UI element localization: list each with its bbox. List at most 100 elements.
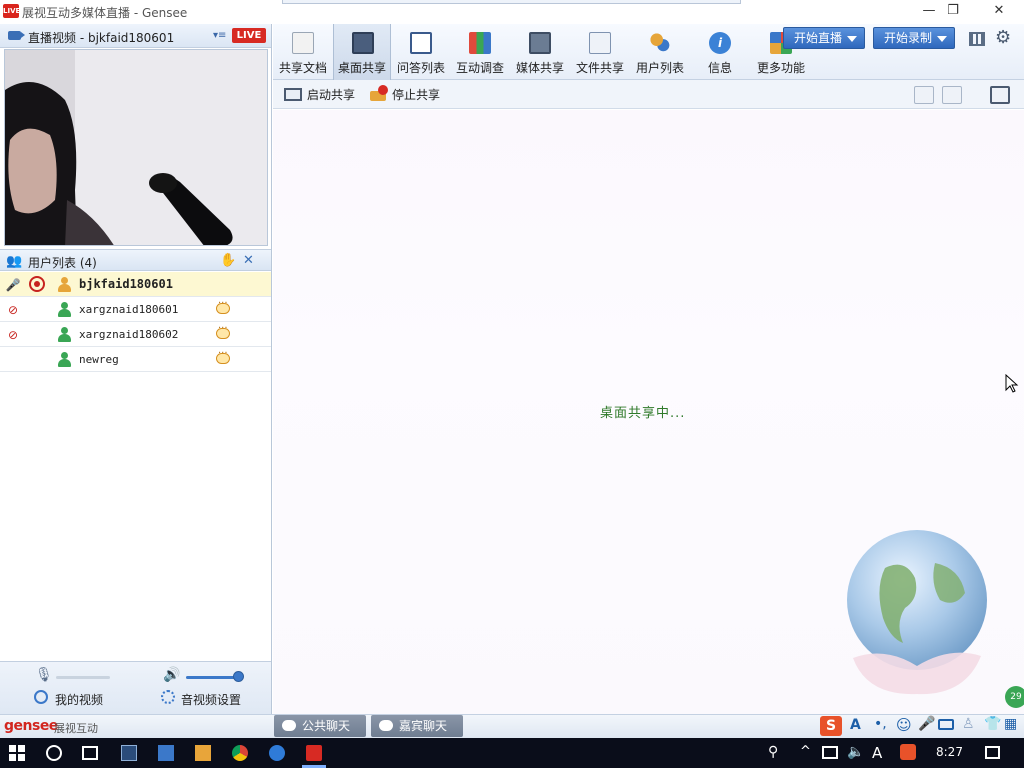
clock[interactable]: 8:27 [936,745,963,759]
host-user-icon [57,277,73,293]
chat-icon [379,720,393,731]
network-icon[interactable] [822,746,838,759]
app-taskbar-icon[interactable] [158,745,174,761]
survey-button[interactable]: 互动调查 [451,24,509,80]
raise-hand-icon[interactable]: ✋ [220,253,236,268]
speaker-volume-slider[interactable] [186,676,240,679]
file-share-icon [589,32,611,54]
video-menu-icon[interactable]: ▾≡ [213,30,226,41]
desktop-share-view[interactable]: 桌面共享中... 29 [273,110,1024,714]
microphone-icon[interactable]: 🎤 [5,277,21,293]
window-title: 展视互动多媒体直播 - Gensee [22,6,188,20]
chevron-down-icon [847,36,857,42]
sublime-icon[interactable] [195,745,211,761]
start-share-button[interactable]: 启动共享 [283,85,355,105]
guest-chat-tab[interactable]: 嘉宾聊天 [371,715,463,737]
keyboard-icon[interactable] [938,719,954,730]
qa-list-button[interactable]: 问答列表 [392,24,450,80]
show-hidden-icons[interactable]: ^ [800,744,811,759]
skin-icon[interactable]: 👕 [984,716,1001,732]
guest-chat-label: 嘉宾聊天 [399,719,448,733]
video-frame [5,50,267,245]
layout-grid-icon[interactable] [969,32,985,46]
chat-bubble-icon[interactable] [216,298,230,314]
desktop-share-button[interactable]: 桌面共享 [333,24,391,80]
stop-share-button[interactable]: 停止共享 [368,85,440,105]
file-share-button[interactable]: 文件共享 [571,24,629,80]
camera-on-icon[interactable] [29,276,45,292]
user-name: xargznaid180601 [79,303,179,316]
shared-docs-button[interactable]: 共享文档 [274,24,332,80]
search-icon[interactable] [46,745,62,761]
chat-bubble-icon[interactable] [216,323,230,339]
live-badge: LIVE [232,28,266,43]
task-view-icon[interactable] [82,746,98,760]
chrome-icon[interactable] [232,745,248,761]
top-input-strip[interactable] [282,0,741,4]
people-icon[interactable]: ⚲ [768,744,778,760]
punctuation-icon[interactable]: •, [874,716,887,732]
speaker-icon: 🔊 [163,667,181,683]
user-list-header: 👥 用户列表 (4) ✋ ✕ [0,249,271,271]
microphone-disabled-icon[interactable]: ⊘ [5,327,21,343]
user-row[interactable]: ⊘ xargznaid180602 [0,322,271,347]
toolbar-label: 问答列表 [396,61,445,75]
fullscreen-icon[interactable] [914,86,934,104]
maximize-view-icon[interactable] [990,86,1010,104]
share-subtoolbar: 启动共享 停止共享 [273,80,1024,109]
main-toolbar: 共享文档 桌面共享 问答列表 互动调查 媒体共享 文件共享 用户列表 i 信息 [273,24,1024,80]
public-chat-tab[interactable]: 公共聊天 [274,715,366,737]
close-button[interactable]: ✕ [976,0,1022,24]
media-share-button[interactable]: 媒体共享 [511,24,569,80]
fit-window-icon[interactable] [942,86,962,104]
info-button[interactable]: i 信息 [691,24,749,80]
user-row[interactable]: newreg [0,347,271,372]
start-live-button[interactable]: 开始直播 [783,27,865,49]
my-video-button[interactable]: 我的视频 [55,691,103,708]
info-icon: i [709,32,731,54]
user-list-button[interactable]: 用户列表 [631,24,689,80]
voice-input-icon[interactable]: 🎤 [918,716,935,732]
survey-icon [469,32,491,54]
sogou-tray-icon[interactable] [900,744,916,760]
video-header: 直播视频 - bjkfaid180601 ▾≡ LIVE [0,24,271,48]
start-record-button[interactable]: 开始录制 [873,27,955,49]
user-icon [57,302,73,318]
mic-volume-slider[interactable] [56,676,110,679]
notifications-icon[interactable] [985,746,1000,759]
toolbar-label: 用户列表 [635,61,684,75]
app-taskbar-icon[interactable] [121,745,137,761]
video-header-label: 直播视频 - bjkfaid180601 [28,31,175,45]
user-icon [57,327,73,343]
public-chat-label: 公共聊天 [302,719,351,733]
emoji-icon[interactable]: ☺ [896,716,912,734]
gensee-taskbar-icon[interactable] [306,745,322,761]
qa-icon [410,32,432,54]
user-center-icon[interactable]: ♙ [962,716,975,732]
toolbar-label: 媒体共享 [515,61,564,75]
video-camera-icon [8,31,25,40]
chat-bubble-icon[interactable] [216,348,230,364]
ime-mode-icon[interactable]: A [850,717,861,733]
user-row[interactable]: ⊘ xargznaid180601 [0,297,271,322]
chat-icon [282,720,296,731]
kugou-icon[interactable] [269,745,285,761]
settings-gear-icon[interactable]: ⚙ [995,27,1011,48]
lower-hand-icon[interactable]: ✕ [243,253,254,268]
user-name: xargznaid180602 [79,328,179,341]
notification-badge[interactable]: 29 [1005,686,1024,708]
toolbox-icon[interactable]: ▦ [1004,716,1017,732]
sogou-ime-icon[interactable]: S [820,716,842,736]
users-icon [649,32,671,54]
av-settings-button[interactable]: 音视频设置 [181,691,241,708]
windows-start-icon[interactable] [9,745,25,761]
volume-icon[interactable]: 🔈 [847,744,864,760]
restore-button[interactable]: ❐ [930,0,976,24]
ime-indicator[interactable]: A [872,744,882,762]
user-icon [57,352,73,368]
user-row[interactable]: 🎤 bjkfaid180601 [0,272,271,297]
speaker-volume-knob[interactable] [233,671,244,682]
microphone-disabled-icon[interactable]: ⊘ [5,302,21,318]
stop-badge-icon [378,85,388,95]
user-name: newreg [79,353,119,366]
